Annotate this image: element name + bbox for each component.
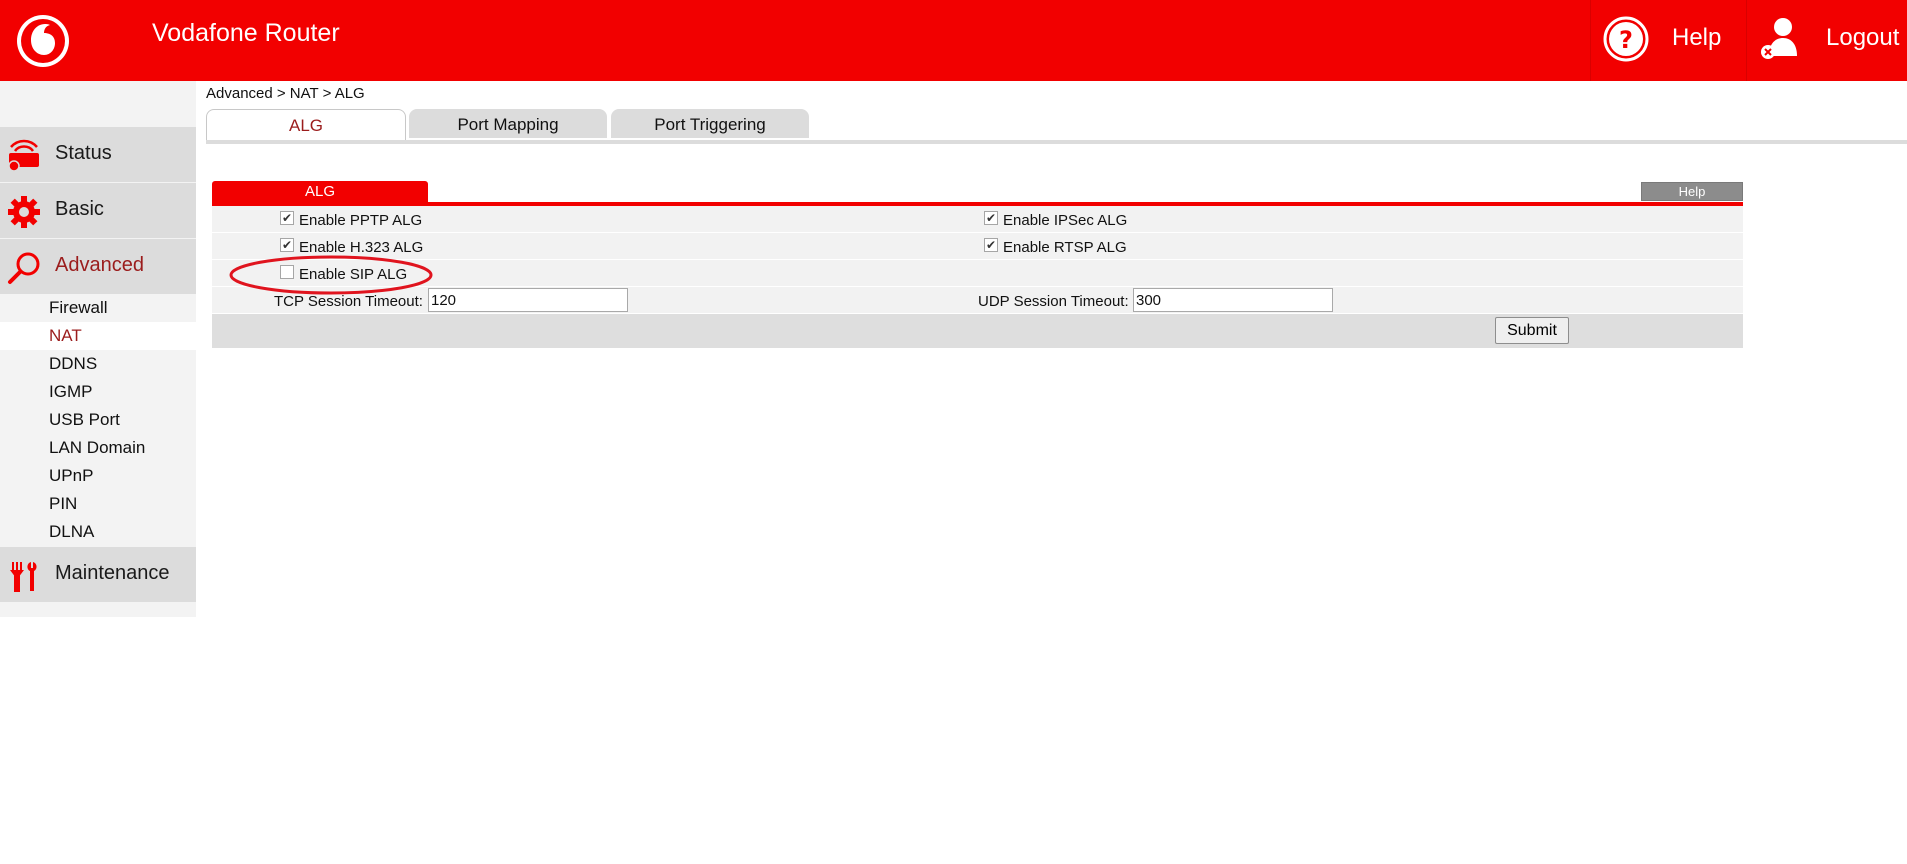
tools-icon — [10, 562, 37, 592]
rtsp-alg-label: Enable RTSP ALG — [1003, 239, 1127, 256]
sidebar-section-advanced[interactable]: Advanced — [0, 238, 196, 294]
advanced-submenu: Firewall NAT DDNS IGMP USB Port LAN Doma… — [0, 294, 196, 546]
sidebar-item-ddns[interactable]: DDNS — [0, 350, 196, 378]
submit-button[interactable]: Submit — [1495, 317, 1569, 344]
user-logout-icon — [1761, 18, 1797, 59]
rtsp-alg-checkbox[interactable]: ✔ — [984, 238, 998, 252]
sidebar-label-advanced: Advanced — [55, 254, 144, 276]
option-row: Enable SIP ALG — [212, 260, 1743, 287]
option-row: ✔ Enable H.323 ALG ✔ Enable RTSP ALG — [212, 233, 1743, 260]
sidebar-label-maintenance: Maintenance — [55, 562, 170, 584]
ipsec-alg-checkbox[interactable]: ✔ — [984, 211, 998, 225]
annotation-ellipse — [229, 255, 433, 295]
panel-title: ALG — [212, 181, 428, 202]
option-row: ✔ Enable PPTP ALG ✔ Enable IPSec ALG — [212, 206, 1743, 233]
sidebar-item-usb-port[interactable]: USB Port — [0, 406, 196, 434]
tab-alg[interactable]: ALG — [206, 109, 406, 140]
help-question-icon: ? — [1603, 16, 1649, 62]
gear-icon — [8, 196, 40, 228]
tab-port-mapping[interactable]: Port Mapping — [409, 109, 607, 138]
help-label: Help — [1672, 24, 1722, 51]
panel-help-button[interactable]: Help — [1641, 182, 1743, 201]
top-header: Vodafone Router ? Help Logout — [0, 0, 1907, 81]
sidebar-item-dlna[interactable]: DLNA — [0, 518, 196, 546]
timeout-row: TCP Session Timeout: 120 UDP Session Tim… — [212, 287, 1743, 314]
sidebar-nav: Status Basic Advanced Firewall NAT DDNS … — [0, 81, 196, 617]
submit-row: Submit — [212, 314, 1743, 348]
sidebar-item-upnp[interactable]: UPnP — [0, 462, 196, 490]
sidebar-section-status[interactable]: Status — [0, 126, 196, 182]
magnifier-icon — [8, 252, 40, 284]
vodafone-logo-icon — [17, 15, 69, 67]
logout-label: Logout — [1826, 24, 1900, 51]
sidebar-section-maintenance[interactable]: Maintenance — [0, 546, 196, 602]
sidebar-item-igmp[interactable]: IGMP — [0, 378, 196, 406]
sidebar-item-firewall[interactable]: Firewall — [0, 294, 196, 322]
udp-timeout-label: UDP Session Timeout: — [978, 293, 1129, 310]
breadcrumb: Advanced > NAT > ALG — [206, 85, 365, 102]
alg-panel: ALG Help ✔ Enable PPTP ALG ✔ Enable IPSe… — [212, 180, 1743, 348]
svg-text:?: ? — [1619, 26, 1633, 54]
pptp-alg-label: Enable PPTP ALG — [299, 212, 423, 229]
sidebar-item-pin[interactable]: PIN — [0, 490, 196, 518]
wifi-router-icon — [8, 139, 39, 172]
tcp-timeout-input[interactable]: 120 — [428, 288, 628, 312]
sidebar-section-basic[interactable]: Basic — [0, 182, 196, 238]
help-button[interactable]: ? Help — [1591, 0, 1746, 81]
logout-button[interactable]: Logout — [1747, 0, 1907, 81]
h323-alg-checkbox[interactable]: ✔ — [280, 238, 294, 252]
tab-port-triggering[interactable]: Port Triggering — [611, 109, 809, 138]
sidebar-item-nat[interactable]: NAT — [0, 322, 196, 350]
sidebar-label-basic: Basic — [55, 198, 104, 220]
ipsec-alg-label: Enable IPSec ALG — [1003, 212, 1128, 229]
sidebar-item-lan-domain[interactable]: LAN Domain — [0, 434, 196, 462]
sidebar-label-status: Status — [55, 142, 112, 164]
udp-timeout-input[interactable]: 300 — [1133, 288, 1333, 312]
pptp-alg-checkbox[interactable]: ✔ — [280, 211, 294, 225]
app-title: Vodafone Router — [152, 19, 340, 47]
tab-underline — [206, 140, 1907, 144]
